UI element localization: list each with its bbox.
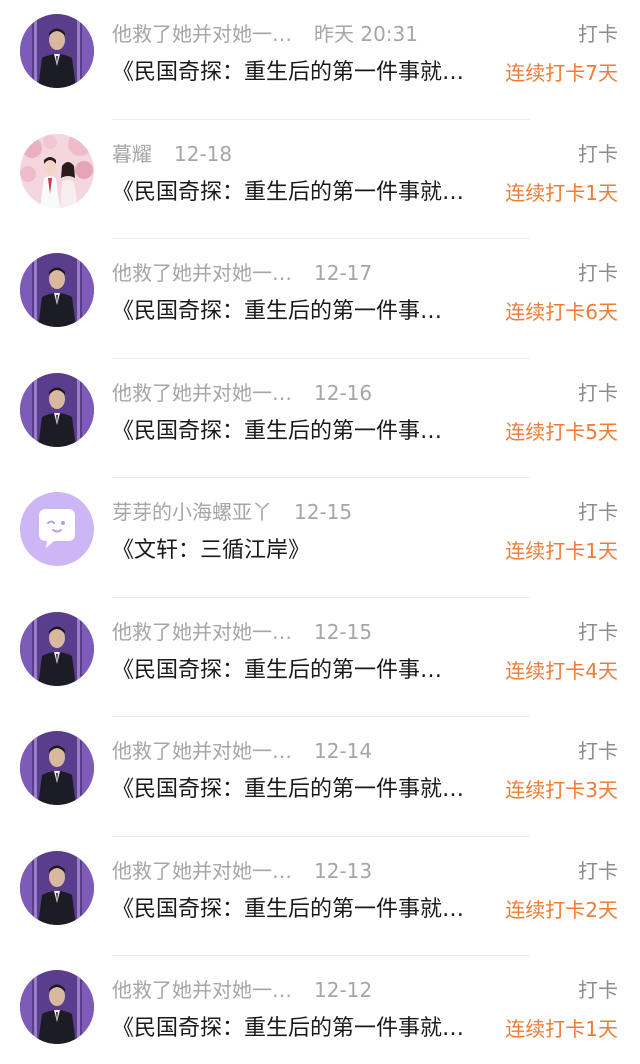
username[interactable]: 暮耀	[112, 142, 152, 166]
item-meta: 他救了她并对她一… 昨天 20:31	[112, 20, 418, 48]
checkin-type-label: 打卡	[578, 858, 618, 883]
man-in-suit-avatar-image	[20, 731, 94, 805]
streak-badge: 连续打卡2天	[505, 897, 618, 922]
list-item[interactable]: 他救了她并对她一… 12-16 打卡 《民国奇探：重生后的第一件事… 连续打卡5天	[0, 359, 640, 478]
avatar[interactable]	[20, 850, 94, 925]
book-title[interactable]: 《民国奇探：重生后的第一件事…	[112, 295, 442, 329]
timestamp: 12-18	[174, 141, 233, 166]
man-in-suit-avatar-image	[20, 850, 94, 925]
streak-badge: 连续打卡3天	[505, 778, 618, 802]
username[interactable]: 他救了她并对她一…	[112, 620, 292, 644]
item-meta: 他救了她并对她一… 12-14	[112, 737, 372, 765]
checkin-list: 他救了她并对她一… 昨天 20:31 打卡 《民国奇探：重生后的第一件事就… 连续…	[0, 0, 640, 1064]
list-item[interactable]: 他救了她并对她一… 12-13 打卡 《民国奇探：重生后的第一件事就… 连续打卡2…	[0, 837, 640, 956]
timestamp: 12-15	[294, 500, 353, 524]
avatar[interactable]	[20, 611, 94, 686]
streak-badge: 连续打卡7天	[505, 61, 618, 85]
timestamp: 昨天 20:31	[314, 22, 418, 46]
list-item[interactable]: 暮耀 12-18 打卡 《民国奇探：重生后的第一件事就… 连续打卡1天	[0, 120, 640, 239]
username[interactable]: 芽芽的小海螺亚丫	[112, 500, 272, 524]
avatar[interactable]	[20, 133, 94, 208]
man-in-suit-avatar-image	[20, 253, 94, 327]
list-item[interactable]: 他救了她并对她一… 12-17 打卡 《民国奇探：重生后的第一件事… 连续打卡6天	[0, 239, 640, 359]
item-meta: 他救了她并对她一… 12-17	[112, 259, 372, 287]
timestamp: 12-16	[314, 380, 373, 405]
checkin-type-label: 打卡	[578, 141, 618, 166]
blossom-couple-avatar-image	[20, 133, 94, 208]
item-meta: 芽芽的小海螺亚丫 12-15	[112, 498, 352, 526]
avatar[interactable]	[20, 492, 94, 566]
checkin-type-label: 打卡	[578, 978, 618, 1002]
man-in-suit-avatar-image	[20, 372, 94, 447]
avatar[interactable]	[20, 731, 94, 805]
avatar[interactable]	[20, 970, 94, 1044]
book-title[interactable]: 《民国奇探：重生后的第一件事…	[112, 654, 442, 688]
username[interactable]: 他救了她并对她一…	[112, 381, 292, 405]
username[interactable]: 他救了她并对她一…	[112, 22, 292, 46]
book-title[interactable]: 《民国奇探：重生后的第一件事…	[112, 415, 442, 449]
book-title[interactable]: 《民国奇探：重生后的第一件事就…	[112, 773, 464, 807]
timestamp: 12-17	[314, 261, 373, 285]
list-item[interactable]: 他救了她并对她一… 12-12 打卡 《民国奇探：重生后的第一件事就… 连续打卡1…	[0, 956, 640, 1064]
item-meta: 他救了她并对她一… 12-12	[112, 976, 372, 1004]
timestamp: 12-13	[314, 858, 373, 883]
book-title[interactable]: 《民国奇探：重生后的第一件事就…	[112, 893, 464, 927]
avatar[interactable]	[20, 253, 94, 327]
book-title[interactable]: 《民国奇探：重生后的第一件事就…	[112, 1012, 464, 1046]
book-title[interactable]: 《民国奇探：重生后的第一件事就…	[112, 176, 464, 210]
timestamp: 12-12	[314, 978, 373, 1002]
checkin-type-label: 打卡	[578, 261, 618, 285]
username[interactable]: 他救了她并对她一…	[112, 978, 292, 1002]
list-item[interactable]: 芽芽的小海螺亚丫 12-15 打卡 《文轩：三循江岸》 连续打卡1天	[0, 478, 640, 598]
list-item[interactable]: 他救了她并对她一… 昨天 20:31 打卡 《民国奇探：重生后的第一件事就… 连续…	[0, 0, 640, 120]
item-meta: 他救了她并对她一… 12-16	[112, 379, 372, 407]
checkin-type-label: 打卡	[578, 22, 618, 46]
item-meta: 他救了她并对她一… 12-13	[112, 857, 372, 885]
streak-badge: 连续打卡4天	[505, 658, 618, 683]
chat-bubble-avatar-image	[20, 492, 94, 566]
book-title[interactable]: 《文轩：三循江岸》	[112, 534, 310, 568]
list-item[interactable]: 他救了她并对她一… 12-15 打卡 《民国奇探：重生后的第一件事… 连续打卡4天	[0, 598, 640, 717]
avatar[interactable]	[20, 14, 94, 88]
streak-badge: 连续打卡5天	[505, 419, 618, 444]
streak-badge: 连续打卡1天	[505, 180, 618, 205]
man-in-suit-avatar-image	[20, 14, 94, 88]
checkin-type-label: 打卡	[578, 380, 618, 405]
checkin-type-label: 打卡	[578, 619, 618, 644]
username[interactable]: 他救了她并对她一…	[112, 739, 292, 763]
username[interactable]: 他救了她并对她一…	[112, 859, 292, 883]
man-in-suit-avatar-image	[20, 611, 94, 686]
list-item[interactable]: 他救了她并对她一… 12-14 打卡 《民国奇探：重生后的第一件事就… 连续打卡3…	[0, 717, 640, 837]
item-meta: 暮耀 12-18	[112, 140, 232, 168]
avatar[interactable]	[20, 372, 94, 447]
man-in-suit-avatar-image	[20, 970, 94, 1044]
streak-badge: 连续打卡1天	[505, 539, 618, 563]
item-meta: 他救了她并对她一… 12-15	[112, 618, 372, 646]
checkin-type-label: 打卡	[578, 739, 618, 763]
timestamp: 12-15	[314, 619, 373, 644]
book-title[interactable]: 《民国奇探：重生后的第一件事就…	[112, 56, 464, 90]
username[interactable]: 他救了她并对她一…	[112, 261, 292, 285]
streak-badge: 连续打卡6天	[505, 300, 618, 324]
timestamp: 12-14	[314, 739, 373, 763]
checkin-type-label: 打卡	[578, 500, 618, 524]
streak-badge: 连续打卡1天	[505, 1017, 618, 1041]
